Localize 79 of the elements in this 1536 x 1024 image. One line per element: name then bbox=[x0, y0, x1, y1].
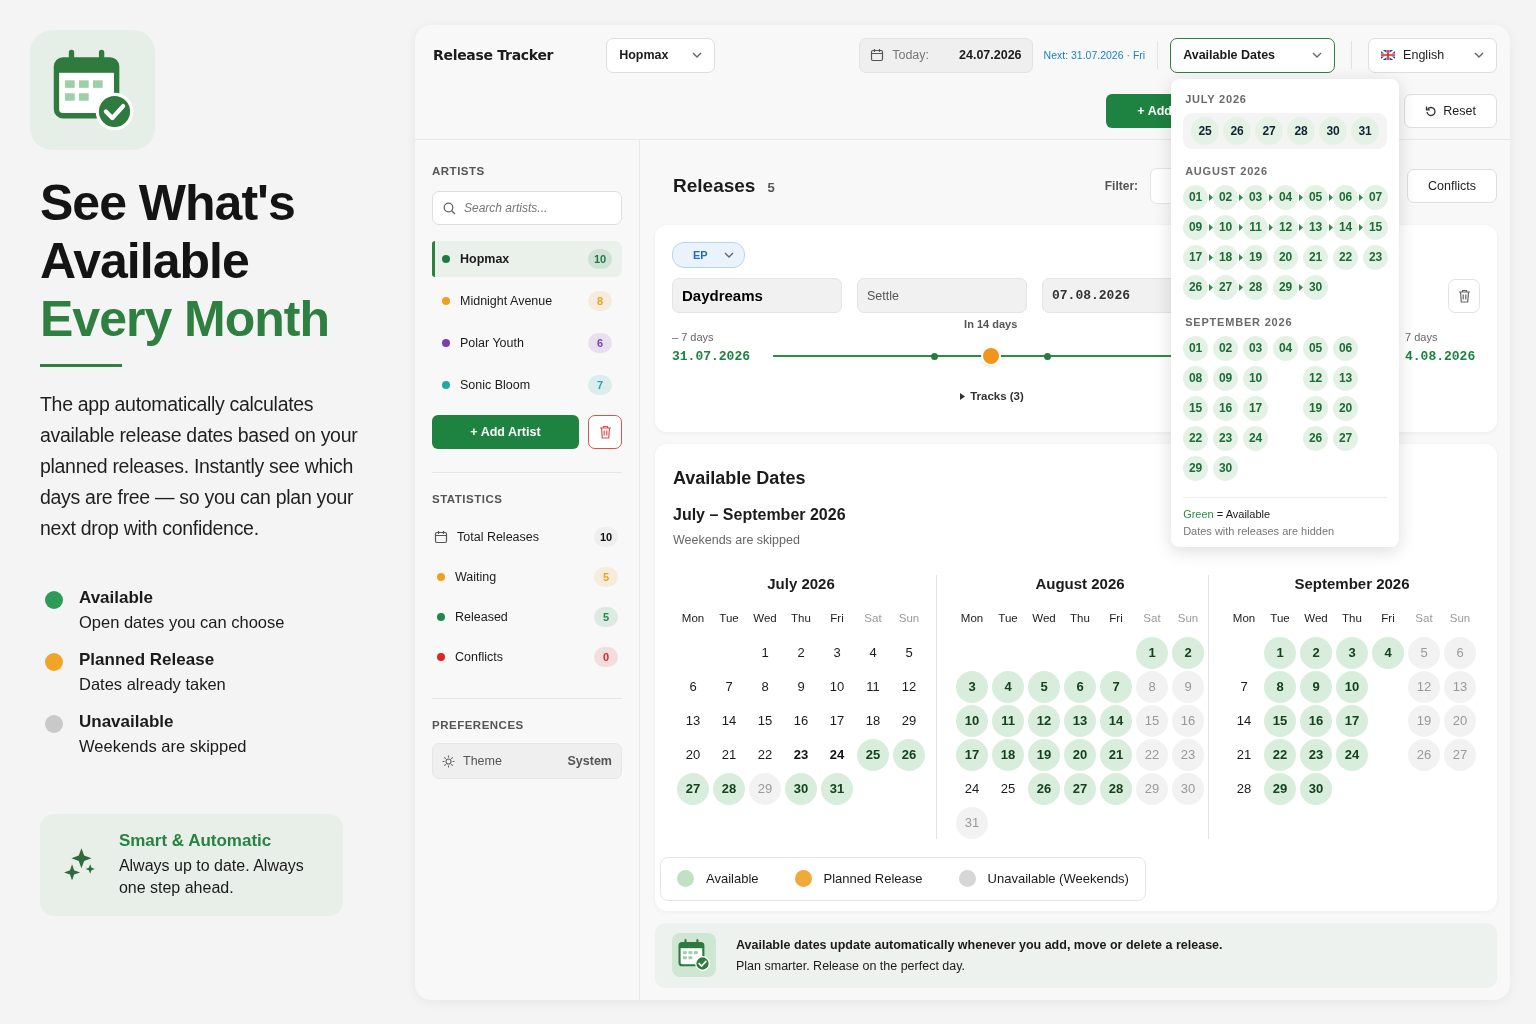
section-title: Releases bbox=[673, 174, 756, 197]
section-heading: STATISTICS bbox=[432, 493, 504, 505]
app-title: Release Tracker bbox=[433, 47, 555, 63]
month-heading: AUGUST 2026 bbox=[1185, 164, 1269, 177]
legend-subtitle: Weekends are skipped bbox=[79, 737, 247, 756]
stat-label: Total Releases bbox=[457, 530, 539, 544]
weekday-label: Fri bbox=[1380, 611, 1396, 624]
weekday-label: Sun bbox=[897, 611, 921, 624]
count-badge: 7 bbox=[588, 375, 612, 395]
countdown-label: In 14 days bbox=[964, 318, 1018, 331]
artist-name: Hopmax bbox=[460, 252, 510, 266]
artist-name: Sonic Bloom bbox=[460, 378, 531, 392]
weekday-label: Wed bbox=[752, 611, 778, 624]
card-note: Weekends are skipped bbox=[673, 532, 800, 547]
weekday-label: Sat bbox=[1142, 611, 1162, 624]
count-badge: 8 bbox=[588, 291, 612, 311]
legend-label: Unavailable (Weekends) bbox=[987, 871, 1129, 887]
next-date: Next: 31.07.2026 · Fri bbox=[1043, 49, 1146, 61]
weekday-label: Sat bbox=[863, 611, 883, 624]
weekday-label: Tue bbox=[718, 611, 740, 624]
banner-title: Available dates update automatically whenever you add, move or delete a release. bbox=[736, 937, 1223, 952]
feature-title: Smart & Automatic bbox=[118, 831, 273, 851]
stat-label: Waiting bbox=[455, 570, 497, 584]
headline: Available bbox=[40, 232, 250, 290]
weekday-label: Tue bbox=[997, 611, 1019, 624]
stat-label: Released bbox=[455, 610, 508, 624]
month-heading: JULY 2026 bbox=[1185, 92, 1248, 105]
offset-label: 7 days bbox=[1405, 331, 1439, 344]
weekday-label: Sun bbox=[1176, 611, 1200, 624]
headline: Every Month bbox=[40, 290, 331, 348]
stat-value: 5 bbox=[594, 607, 618, 627]
legend-label: Planned Release bbox=[823, 871, 923, 887]
weekday-label: Thu bbox=[790, 611, 812, 624]
stat-value: 0 bbox=[594, 647, 618, 667]
stat-value: 10 bbox=[594, 527, 618, 547]
description: The app automatically calculates available release dates based on your planned releases. Instantly see which days are free — so you can plan your next drop with confidence. bbox=[40, 392, 359, 541]
date-label: 4.08.2026 bbox=[1405, 349, 1477, 365]
legend-title: Available bbox=[79, 588, 155, 608]
legend-subtitle: Dates already taken bbox=[79, 675, 226, 694]
legend-subtitle: Open dates you can choose bbox=[79, 613, 285, 632]
legend-note: Green = Available bbox=[1183, 507, 1272, 520]
today-box: Today: 24.07.2026 bbox=[859, 37, 1033, 73]
headline: See What's bbox=[40, 174, 296, 232]
artist-name: Midnight Avenue bbox=[460, 294, 553, 308]
weekday-label: Wed bbox=[1303, 611, 1329, 624]
month-heading: SEPTEMBER 2026 bbox=[1185, 315, 1294, 328]
weekday-label: Mon bbox=[1231, 611, 1257, 624]
weekday-label: Thu bbox=[1341, 611, 1363, 624]
legend-label: Available bbox=[706, 871, 759, 887]
offset-label: – 7 days bbox=[672, 331, 715, 344]
weekday-label: Tue bbox=[1269, 611, 1291, 624]
release-count: 5 bbox=[767, 179, 775, 195]
weekday-label: Fri bbox=[829, 611, 845, 624]
filter-label: Filter: bbox=[1104, 178, 1139, 193]
date-label: 31.07.2026 bbox=[672, 349, 751, 365]
hint-text: Dates with releases are hidden bbox=[1183, 524, 1336, 537]
feature-text: Always up to date. Always one step ahead. bbox=[118, 856, 305, 898]
banner-text: Plan smarter. Release on the perfect day. bbox=[736, 958, 967, 973]
month-title: August 2026 bbox=[1034, 574, 1126, 592]
legend-title: Planned Release bbox=[79, 650, 216, 670]
card-title: Available Dates bbox=[673, 467, 806, 489]
month-title: July 2026 bbox=[766, 574, 836, 592]
artist-name: Polar Youth bbox=[460, 336, 524, 350]
section-heading: ARTISTS bbox=[432, 165, 486, 177]
section-heading: PREFERENCES bbox=[432, 719, 525, 731]
stat-value: 5 bbox=[594, 567, 618, 587]
weekday-label: Sat bbox=[1414, 611, 1434, 624]
weekday-label: Mon bbox=[959, 611, 985, 624]
legend-title: Unavailable bbox=[79, 712, 175, 732]
weekday-label: Thu bbox=[1069, 611, 1091, 624]
date-range: July – September 2026 bbox=[673, 505, 846, 524]
weekday-label: Sun bbox=[1448, 611, 1472, 624]
weekday-label: Mon bbox=[680, 611, 706, 624]
stat-label: Conflicts bbox=[455, 650, 503, 664]
count-badge: 10 bbox=[588, 249, 612, 269]
month-title: September 2026 bbox=[1293, 574, 1411, 592]
weekday-label: Wed bbox=[1031, 611, 1057, 624]
weekday-label: Fri bbox=[1108, 611, 1124, 624]
count-badge: 6 bbox=[588, 333, 612, 353]
